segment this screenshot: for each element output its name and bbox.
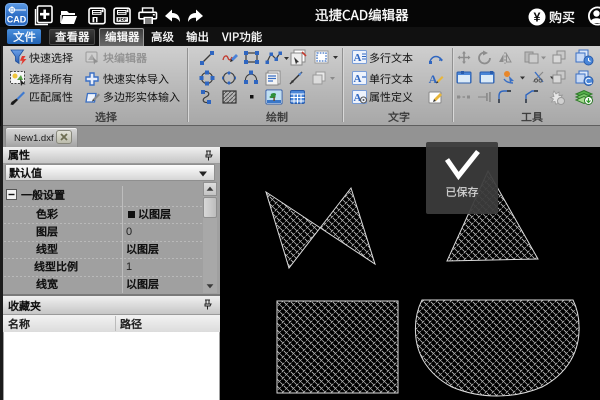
svg-text:A: A xyxy=(354,52,362,64)
svg-text:A: A xyxy=(429,72,438,86)
svg-text:PDF: PDF xyxy=(118,17,127,22)
svg-text:¥: ¥ xyxy=(534,11,541,25)
svg-text:A: A xyxy=(354,73,362,85)
svg-text:A: A xyxy=(354,92,362,104)
svg-text:CAD: CAD xyxy=(7,15,27,25)
